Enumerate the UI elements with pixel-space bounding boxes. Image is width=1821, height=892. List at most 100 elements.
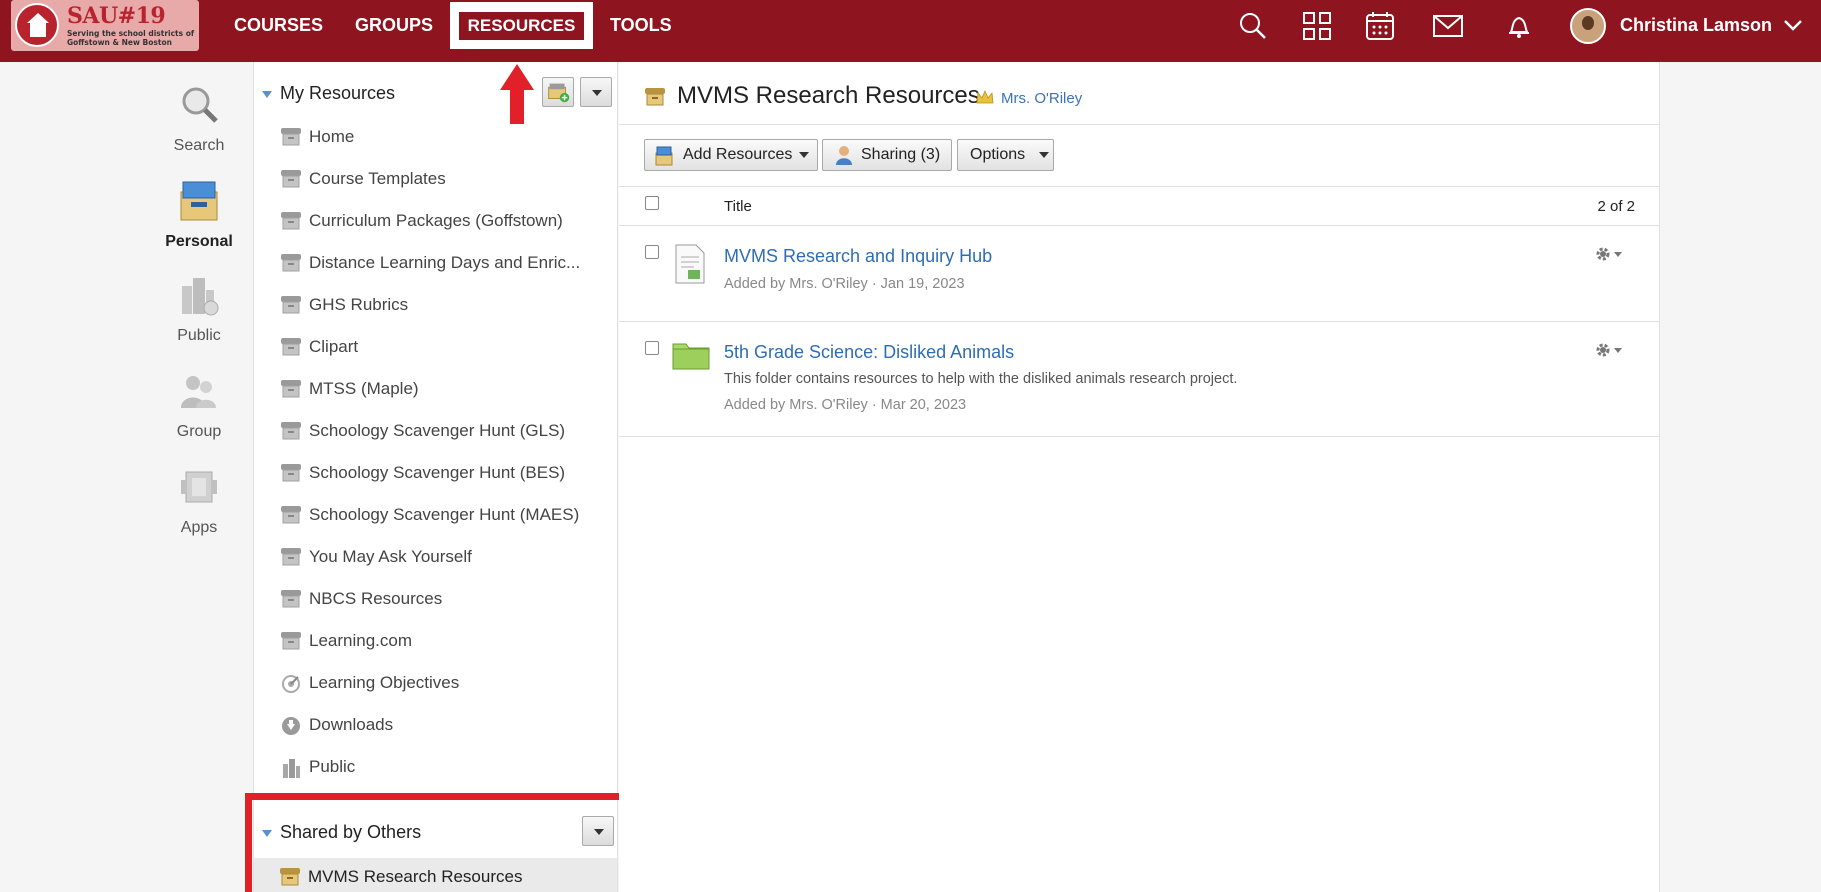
owner-link[interactable]: Mrs. O'Riley [1001, 90, 1082, 107]
person-icon [836, 146, 852, 165]
resource-folder-label: You May Ask Yourself [309, 547, 472, 566]
target-icon [281, 674, 301, 693]
logo-tagline: Serving the school districts of Goffstow… [67, 29, 195, 47]
resource-folder-label: Clipart [309, 337, 359, 356]
sidebar-item-public[interactable]: Public [150, 274, 248, 345]
sidebar-item-apps[interactable]: Apps [150, 466, 248, 537]
top-navigation-bar: SAU#19 Serving the school districts of G… [0, 0, 1821, 62]
sidebar-label-public: Public [177, 327, 221, 344]
caret-down-icon [1039, 152, 1049, 158]
options-button[interactable]: Options [957, 139, 1054, 171]
resource-folder-label: Home [309, 127, 355, 146]
search-icon[interactable] [1237, 10, 1269, 42]
row-checkbox[interactable] [645, 245, 659, 259]
add-resources-icon [655, 146, 673, 166]
mail-icon[interactable] [1432, 10, 1464, 42]
folder-box-icon [281, 632, 301, 650]
resource-folder-label: NBCS Resources [309, 589, 443, 608]
apps-grid-icon[interactable] [1301, 10, 1333, 42]
chevron-down-icon[interactable] [1782, 14, 1804, 36]
calendar-icon[interactable] [1364, 10, 1396, 42]
schoolhouse-icon [15, 3, 59, 47]
folder-box-icon [281, 380, 301, 398]
divider [619, 321, 1659, 322]
resource-folder-label: Schoology Scavenger Hunt (BES) [309, 463, 566, 482]
sidebar-label-search: Search [173, 137, 225, 154]
annotation-arrow-icon [500, 64, 534, 124]
sharing-button[interactable]: Sharing (3) [822, 139, 952, 171]
public-building-icon [281, 758, 301, 778]
resource-type-sidebar: Search Personal Public Group Apps [0, 62, 253, 892]
add-box-icon [548, 83, 570, 103]
nav-tools[interactable]: TOOLS [610, 0, 672, 51]
resource-tree-panel: My Resources Home Course Templates Curricu… [253, 62, 618, 892]
apps-puzzle-icon [181, 471, 217, 503]
sharing-label: Sharing (3) [861, 146, 941, 163]
row-checkbox[interactable] [645, 341, 659, 355]
user-avatar[interactable] [1570, 8, 1606, 44]
sidebar-label-group: Group [176, 423, 222, 440]
resource-folder-label: Learning Objectives [309, 673, 460, 692]
resource-folder-label: Downloads [309, 715, 394, 734]
nav-groups[interactable]: GROUPS [355, 0, 433, 51]
select-all-checkbox[interactable] [645, 196, 659, 210]
folder-box-icon [281, 170, 301, 188]
add-resources-button[interactable]: Add Resources [644, 139, 818, 171]
resource-folder-label: Schoology Scavenger Hunt (GLS) [309, 421, 566, 440]
page-document-icon [675, 244, 705, 284]
annotation-highlight-box [245, 793, 628, 892]
sidebar-label-personal: Personal [165, 233, 233, 250]
folder-box-icon [281, 128, 301, 146]
expand-triangle-icon [262, 90, 272, 98]
folder-box-icon [281, 296, 301, 314]
nav-resources[interactable]: RESOURCES [450, 2, 593, 49]
divider [619, 186, 1659, 187]
download-icon [281, 716, 301, 735]
sidebar-item-group[interactable]: Group [150, 370, 248, 441]
nav-courses[interactable]: COURSES [234, 0, 323, 51]
resource-meta: Added by Mrs. O'Riley · Mar 20, 2023 [724, 397, 967, 413]
notification-bell-icon[interactable] [1503, 10, 1535, 42]
resource-folder-label: Public [309, 757, 356, 776]
folder-box-icon [281, 254, 301, 272]
add-resources-label: Add Resources [683, 146, 793, 163]
my-resources-menu-button[interactable] [580, 77, 612, 107]
resource-title-link[interactable]: MVMS Research and Inquiry Hub [724, 246, 992, 267]
column-header-title[interactable]: Title [724, 198, 752, 215]
folder-box-icon [281, 464, 301, 482]
resource-title-link[interactable]: 5th Grade Science: Disliked Animals [724, 342, 1014, 363]
folder-box-icon [281, 212, 301, 230]
folder-box-icon [281, 338, 301, 356]
resource-folder-label: Learning.com [309, 631, 413, 650]
my-resources-heading-label: My Resources [280, 83, 396, 103]
sidebar-item-search[interactable]: Search [150, 84, 248, 155]
add-collection-button[interactable] [542, 77, 574, 107]
main-content-panel: MVMS Research Resources Mrs. O'Riley Add… [619, 62, 1659, 892]
personal-box-icon [180, 181, 218, 221]
resource-folder-label: Distance Learning Days and Enric... [309, 253, 581, 272]
resource-folder-label: GHS Rubrics [309, 295, 409, 314]
collection-box-icon [645, 88, 665, 106]
user-name[interactable]: Christina Lamson [1620, 0, 1772, 51]
options-label: Options [970, 146, 1026, 163]
item-count: 2 of 2 [1597, 198, 1635, 215]
my-resources-heading[interactable]: My Resources [262, 83, 395, 104]
district-logo[interactable]: SAU#19 Serving the school districts of G… [11, 0, 199, 51]
divider [619, 225, 1659, 226]
folder-box-icon [281, 590, 301, 608]
gear-icon[interactable] [1594, 341, 1624, 359]
logo-brand: SAU#19 [67, 3, 166, 29]
caret-down-icon [799, 152, 809, 158]
owner-crown-icon [976, 90, 994, 104]
gear-icon[interactable] [1594, 245, 1624, 263]
divider [619, 436, 1659, 437]
resource-description: This folder contains resources to help w… [724, 371, 1238, 387]
resource-folder-label: MTSS (Maple) [309, 379, 419, 398]
divider [619, 124, 1659, 125]
resource-meta: Added by Mrs. O'Riley · Jan 19, 2023 [724, 276, 965, 292]
folder-icon [672, 343, 710, 370]
sidebar-label-apps: Apps [180, 519, 218, 536]
magnifier-icon [182, 87, 218, 123]
resource-folder-label: Curriculum Packages (Goffstown) [309, 211, 563, 230]
sidebar-item-personal[interactable]: Personal [150, 180, 248, 251]
